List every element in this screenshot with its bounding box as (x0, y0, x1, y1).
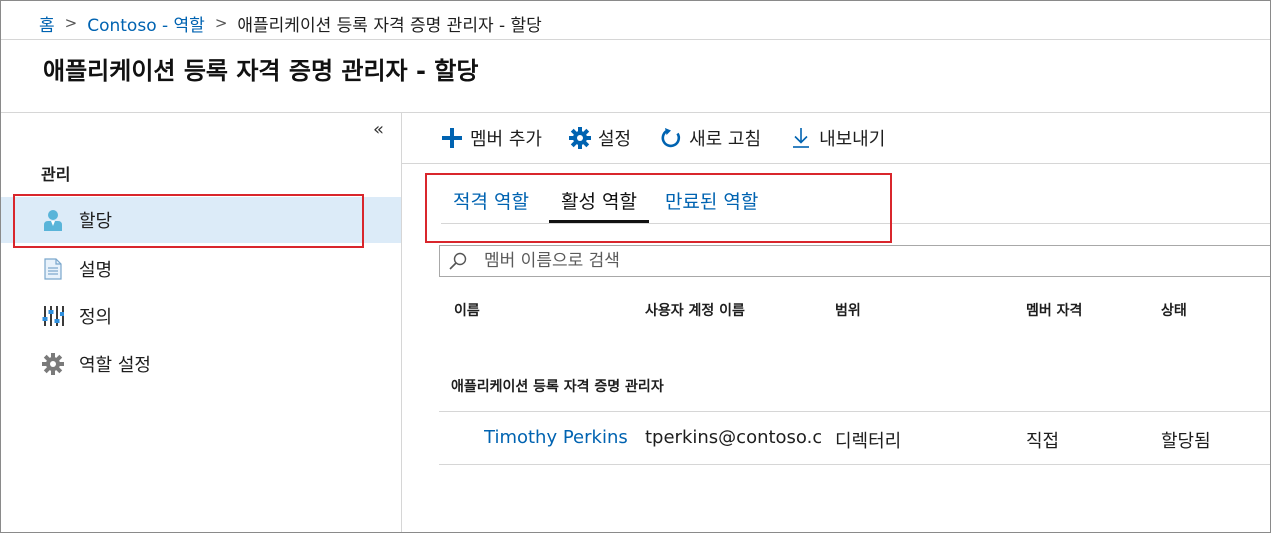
command-bar: 멤버 추가 설정 새로 고침 내보내기 (402, 113, 1270, 163)
sidebar-item-label: 역할 설정 (79, 355, 151, 376)
gear-icon (568, 126, 592, 150)
settings-label: 설정 (597, 129, 632, 150)
group-header: 애플리케이션 등록 자격 증명 관리자 (451, 379, 664, 395)
sidebar-item-definition[interactable]: 정의 (1, 293, 401, 339)
add-member-button[interactable]: 멤버 추가 (440, 125, 542, 151)
divider (441, 223, 1270, 224)
search-box (439, 245, 1270, 277)
column-header-membership[interactable]: 멤버 자격 (1026, 300, 1082, 320)
column-header-scope[interactable]: 범위 (835, 300, 861, 320)
plus-icon (440, 126, 464, 150)
divider (401, 113, 402, 532)
breadcrumb-current: 애플리케이션 등록 자격 증명 관리자 - 할당 (237, 15, 542, 36)
column-header-status[interactable]: 상태 (1161, 300, 1187, 320)
member-status: 할당됨 (1161, 431, 1211, 452)
sidebar-item-assignments[interactable]: 할당 (1, 197, 401, 243)
member-upn: tperkins@contoso.com (645, 427, 821, 448)
sidebar-item-label: 할당 (79, 211, 113, 232)
member-membership: 직접 (1026, 431, 1060, 452)
divider (1, 39, 1270, 40)
sidebar-item-label: 설명 (79, 260, 113, 281)
breadcrumb-home-link[interactable]: 홈 (39, 11, 55, 36)
tab-active-roles[interactable]: 활성 역할 (548, 181, 649, 223)
column-header-upn[interactable]: 사용자 계정 이름 (645, 300, 745, 320)
window-frame: 홈 > Contoso - 역할 > 애플리케이션 등록 자격 증명 관리자 -… (0, 0, 1271, 533)
breadcrumb-parent-link[interactable]: Contoso - 역할 (87, 11, 205, 36)
export-label: 내보내기 (819, 129, 886, 150)
member-name-link[interactable]: Timothy Perkins (484, 427, 634, 448)
refresh-icon (659, 126, 683, 150)
add-member-label: 멤버 추가 (470, 129, 542, 150)
sidebar-item-role-settings[interactable]: 역할 설정 (1, 341, 401, 387)
column-header-name[interactable]: 이름 (454, 300, 480, 320)
user-icon (41, 208, 65, 232)
refresh-button[interactable]: 새로 고침 (659, 125, 761, 151)
divider (402, 163, 1270, 164)
gear-icon (41, 352, 65, 376)
tab-expired-roles[interactable]: 만료된 역할 (653, 181, 770, 223)
chevron-right-icon: > (64, 14, 78, 32)
search-input[interactable] (482, 250, 1246, 272)
export-button[interactable]: 내보내기 (789, 125, 885, 151)
search-icon (448, 251, 472, 271)
settings-sliders-icon (41, 304, 65, 328)
chevron-right-icon: > (214, 14, 228, 32)
tab-bar: 적격 역할 활성 역할 만료된 역할 (441, 181, 770, 223)
sidebar-item-description[interactable]: 설명 (1, 246, 401, 292)
breadcrumb: 홈 > Contoso - 역할 > 애플리케이션 등록 자격 증명 관리자 -… (39, 11, 542, 36)
document-icon (41, 257, 65, 281)
refresh-label: 새로 고침 (689, 129, 762, 150)
tab-eligible-roles[interactable]: 적격 역할 (441, 181, 541, 223)
download-icon (789, 126, 813, 150)
divider (439, 411, 1270, 412)
sidebar-section-label: 관리 (41, 165, 71, 184)
collapse-sidebar-button[interactable]: « (373, 119, 384, 140)
settings-button[interactable]: 설정 (568, 125, 631, 151)
divider (439, 464, 1270, 465)
member-scope: 디렉터리 (835, 431, 902, 452)
sidebar-item-label: 정의 (79, 307, 113, 328)
page-title: 애플리케이션 등록 자격 증명 관리자 - 할당 (43, 57, 479, 85)
